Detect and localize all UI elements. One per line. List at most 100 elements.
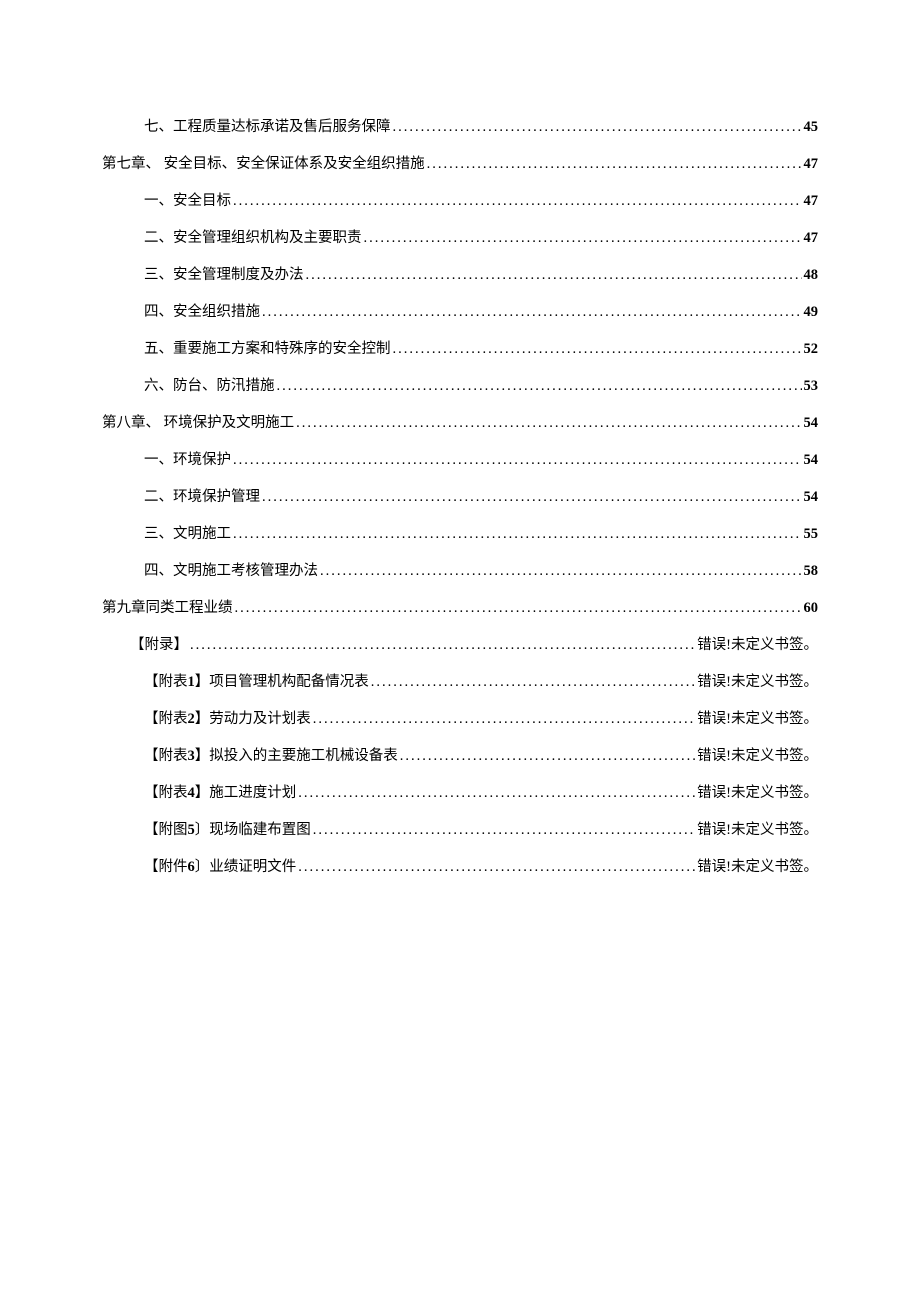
toc-entry: 四、文明施工考核管理办法 58 [102,559,818,580]
toc-page-number: 49 [804,304,819,321]
toc-leader-dots [235,600,802,617]
toc-entry: 【附录】错误!未定义书签。 [102,633,818,654]
toc-entry-label: 三、文明施工 [144,522,231,543]
toc-page-number: 47 [804,193,819,210]
toc-entry: 一、安全目标 47 [102,189,818,210]
toc-entry-label-pre: 【附表 [144,748,188,764]
toc-entry-label: 五、重要施工方案和特殊序的安全控制 [144,337,391,358]
toc-leader-dots [313,711,695,728]
table-of-contents: 七、工程质量达标承诺及售后服务保障45第七章、 安全目标、安全保证体系及安全组织… [102,115,818,876]
toc-error-text: 错误!未定义书签。 [697,855,818,876]
toc-leader-dots [298,859,695,876]
toc-error-text: 错误!未定义书签。 [697,633,818,654]
toc-entry: 【附件6〕业绩证明文件 错误!未定义书签。 [102,855,818,876]
toc-leader-dots [233,452,802,469]
toc-page-number: 48 [804,267,819,284]
toc-entry-label-post: 〕现场临建布置图 [195,822,311,838]
toc-entry: 第九章同类工程业绩 60 [102,596,818,617]
toc-page-number: 54 [804,489,819,506]
toc-entry-label: 【附表2】劳动力及计划表 [144,707,311,728]
toc-entry-label-pre: 【附表 [144,785,188,801]
toc-entry-number: 5 [188,822,195,838]
toc-entry-label-post: 〕业绩证明文件 [195,859,297,875]
document-page: 七、工程质量达标承诺及售后服务保障45第七章、 安全目标、安全保证体系及安全组织… [0,0,920,876]
toc-leader-dots [320,563,802,580]
toc-entry: 【附表3】拟投入的主要施工机械设备表 错误!未定义书签。 [102,744,818,765]
toc-entry: 五、重要施工方案和特殊序的安全控制 52 [102,337,818,358]
toc-error-text: 错误!未定义书签。 [697,818,818,839]
toc-entry: 四、安全组织措施 49 [102,300,818,321]
toc-leader-dots [371,674,695,691]
toc-entry-number: 1 [188,674,195,690]
toc-entry-number: 3 [188,748,195,764]
toc-entry-label: 【附表1】项目管理机构配备情况表 [144,670,369,691]
toc-leader-dots [277,378,802,395]
toc-leader-dots [400,748,695,765]
toc-entry-label: 【附表4】施工进度计划 [144,781,296,802]
toc-entry: 第七章、 安全目标、安全保证体系及安全组织措施 47 [102,152,818,173]
toc-entry-label: 二、环境保护管理 [144,485,260,506]
toc-entry: 一、环境保护54 [102,448,818,469]
toc-leader-dots [306,267,802,284]
toc-entry: 六、防台、防汛措施 53 [102,374,818,395]
toc-leader-dots [364,230,802,247]
toc-error-text: 错误!未定义书签。 [697,707,818,728]
toc-entry-label-pre: 【附表 [144,674,188,690]
toc-error-text: 错误!未定义书签。 [697,744,818,765]
toc-leader-dots [233,526,802,543]
toc-entry-label: 第八章、 环境保护及文明施工 [102,411,294,432]
toc-entry-label-pre: 【附表 [144,711,188,727]
toc-page-number: 52 [804,341,819,358]
toc-entry-label: 三、安全管理制度及办法 [144,263,304,284]
toc-entry-label-post: 】施工进度计划 [195,785,297,801]
toc-entry-number: 6 [188,859,195,875]
toc-entry: 二、安全管理组织机构及主要职责 47 [102,226,818,247]
toc-error-text: 错误!未定义书签。 [697,670,818,691]
toc-entry: 三、安全管理制度及办法 48 [102,263,818,284]
toc-leader-dots [393,119,802,136]
toc-entry: 【附表4】施工进度计划 错误!未定义书签。 [102,781,818,802]
toc-leader-dots [262,489,802,506]
toc-leader-dots [313,822,695,839]
toc-entry: 【附表2】劳动力及计划表 错误!未定义书签。 [102,707,818,728]
toc-entry-label: 四、安全组织措施 [144,300,260,321]
toc-page-number: 47 [804,156,819,173]
toc-page-number: 55 [804,526,819,543]
toc-entry-label: 二、安全管理组织机构及主要职责 [144,226,362,247]
toc-page-number: 58 [804,563,819,580]
toc-leader-dots [296,415,801,432]
toc-page-number: 45 [804,119,819,136]
toc-entry: 七、工程质量达标承诺及售后服务保障 45 [102,115,818,136]
toc-leader-dots [298,785,695,802]
toc-entry-label: 第七章、 安全目标、安全保证体系及安全组织措施 [102,152,425,173]
toc-entry-label: 七、工程质量达标承诺及售后服务保障 [144,115,391,136]
toc-entry-label: 一、环境保护 [144,448,231,469]
toc-leader-dots [393,341,802,358]
toc-leader-dots [262,304,802,321]
toc-leader-dots [190,637,695,654]
toc-page-number: 53 [804,378,819,395]
toc-entry: 二、环境保护管理 54 [102,485,818,506]
toc-entry-label: 【附件6〕业绩证明文件 [144,855,296,876]
toc-entry-label: 一、安全目标 [144,189,231,210]
toc-page-number: 54 [804,415,819,432]
toc-entry-number: 2 [188,711,195,727]
toc-entry-number: 4 [188,785,195,801]
toc-entry-label: 四、文明施工考核管理办法 [144,559,318,580]
toc-entry-label-post: 】拟投入的主要施工机械设备表 [195,748,398,764]
toc-entry-label-pre: 【附件 [144,859,188,875]
toc-page-number: 60 [804,600,819,617]
toc-entry-label-post: 】项目管理机构配备情况表 [195,674,369,690]
toc-entry: 【附图5〕现场临建布置图 错误!未定义书签。 [102,818,818,839]
toc-leader-dots [233,193,802,210]
toc-entry-label-post: 】劳动力及计划表 [195,711,311,727]
toc-entry: 三、文明施工 55 [102,522,818,543]
toc-entry-label: 六、防台、防汛措施 [144,374,275,395]
toc-error-text: 错误!未定义书签。 [697,781,818,802]
toc-entry: 【附表1】项目管理机构配备情况表 错误!未定义书签。 [102,670,818,691]
toc-entry-label: 【附表3】拟投入的主要施工机械设备表 [144,744,398,765]
toc-page-number: 47 [804,230,819,247]
toc-entry-label-pre: 【附图 [144,822,188,838]
toc-entry-label: 第九章同类工程业绩 [102,596,233,617]
toc-entry: 第八章、 环境保护及文明施工 54 [102,411,818,432]
